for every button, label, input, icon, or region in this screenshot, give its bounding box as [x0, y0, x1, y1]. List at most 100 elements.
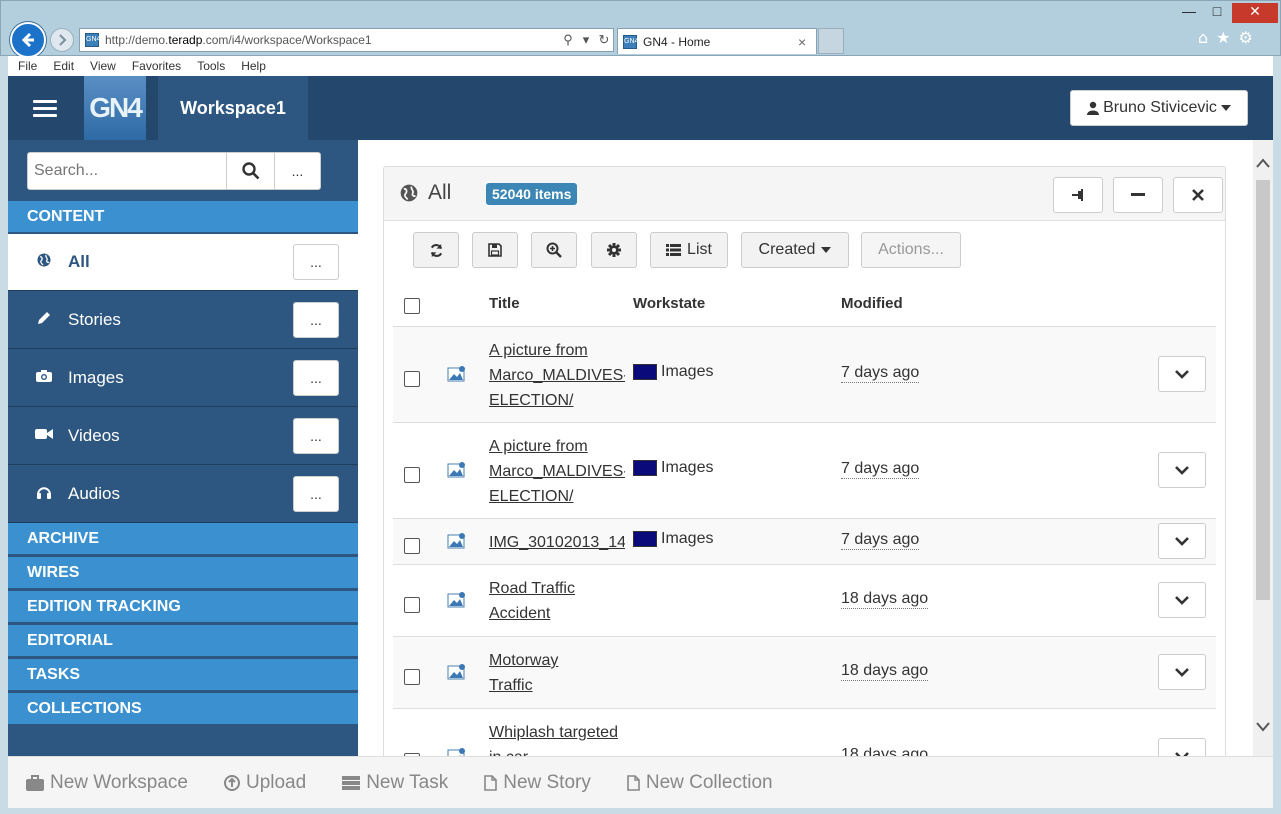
- section-editorial[interactable]: EDITORIAL: [8, 625, 358, 657]
- sidebar-item-more-button[interactable]: ...: [293, 302, 339, 338]
- table-row[interactable]: A picture from Marco_MALDIVES-ELECTION/ …: [393, 422, 1216, 518]
- dropdown-icon[interactable]: ▾: [577, 32, 595, 48]
- new-tab-button[interactable]: [818, 28, 844, 54]
- actions-button[interactable]: Actions...: [861, 232, 961, 268]
- url-text[interactable]: http://demo.teradp.com/i4/workspace/Work…: [105, 33, 559, 47]
- scrollbar-thumb[interactable]: [1256, 180, 1270, 600]
- row-expand-button[interactable]: [1158, 452, 1206, 488]
- vertical-scrollbar[interactable]: [1253, 140, 1273, 756]
- search-button[interactable]: [227, 152, 275, 190]
- section-archive[interactable]: ARCHIVE: [8, 523, 358, 555]
- refresh-button[interactable]: [413, 232, 459, 268]
- search-icon[interactable]: ⚲: [559, 32, 577, 48]
- upload-button[interactable]: Upload: [223, 772, 306, 794]
- menu-help[interactable]: Help: [241, 59, 266, 73]
- headphones-icon: [34, 485, 54, 504]
- section-collections[interactable]: COLLECTIONS: [8, 693, 358, 725]
- camera-icon: [34, 369, 54, 388]
- view-mode-label: List: [687, 241, 712, 258]
- favorites-star-icon[interactable]: ★: [1216, 28, 1230, 47]
- image-thumbnail-icon: [447, 533, 465, 549]
- section-edition-tracking[interactable]: EDITION TRACKING: [8, 591, 358, 623]
- hamburger-menu-icon[interactable]: [33, 100, 57, 121]
- chevron-down-icon: [1175, 667, 1189, 677]
- row-title-link[interactable]: Motorway Traffic: [489, 648, 579, 698]
- chevron-up-icon[interactable]: [1256, 158, 1270, 168]
- menu-favorites[interactable]: Favorites: [132, 59, 181, 73]
- sidebar-item-videos[interactable]: Videos ...: [8, 408, 358, 465]
- user-menu-button[interactable]: Bruno Stivicevic: [1070, 90, 1248, 126]
- new-collection-button[interactable]: New Collection: [627, 772, 773, 794]
- gn4-logo: GN4: [84, 76, 146, 140]
- zoom-button[interactable]: [531, 232, 577, 268]
- workstate-color-swatch: [633, 531, 657, 547]
- back-button[interactable]: [10, 22, 46, 58]
- row-checkbox[interactable]: [404, 669, 420, 685]
- address-bar[interactable]: GN4 http://demo.teradp.com/i4/workspace/…: [79, 28, 614, 52]
- new-task-button[interactable]: New Task: [342, 772, 448, 794]
- row-title-link[interactable]: Road Traffic Accident: [489, 576, 589, 626]
- sidebar-item-all[interactable]: All ...: [8, 234, 358, 291]
- column-title[interactable]: Title: [489, 295, 520, 312]
- search-options-button[interactable]: ...: [275, 152, 321, 190]
- settings-gear-icon[interactable]: ⚙: [1239, 28, 1253, 47]
- column-modified[interactable]: Modified: [841, 295, 903, 312]
- new-workspace-button[interactable]: New Workspace: [26, 772, 188, 794]
- row-checkbox[interactable]: [404, 371, 420, 387]
- row-title-link[interactable]: IMG_30102013_14: [489, 530, 625, 555]
- chevron-down-icon: [1175, 465, 1189, 475]
- sidebar-item-more-button[interactable]: ...: [293, 418, 339, 454]
- sidebar-item-stories[interactable]: Stories ...: [8, 292, 358, 349]
- row-modified: 7 days ago: [841, 460, 920, 479]
- refresh-icon[interactable]: ↻: [595, 32, 613, 48]
- table-row[interactable]: Motorway Traffic 18 days ago: [393, 636, 1216, 708]
- row-title-link[interactable]: A picture from Marco_MALDIVES-ELECTION/: [489, 338, 625, 413]
- sidebar-item-images[interactable]: Images ...: [8, 350, 358, 407]
- app-window: GN4 Workspace1 Bruno Stivicevic ... CONT…: [8, 76, 1273, 808]
- site-favicon: GN4: [85, 33, 100, 47]
- new-story-button[interactable]: New Story: [484, 772, 591, 794]
- close-window-button[interactable]: ✕: [1232, 3, 1278, 23]
- chevron-down-icon[interactable]: [1256, 722, 1270, 732]
- minimize-button[interactable]: —: [1177, 3, 1201, 19]
- row-expand-button[interactable]: [1158, 523, 1206, 559]
- sidebar-item-more-button[interactable]: ...: [293, 360, 339, 396]
- browser-tab[interactable]: GN4 GN4 - Home ×: [617, 28, 817, 54]
- forward-button[interactable]: [50, 28, 74, 52]
- sidebar-item-more-button[interactable]: ...: [293, 244, 339, 280]
- search-input[interactable]: [27, 152, 227, 190]
- sort-dropdown[interactable]: Created: [741, 232, 849, 268]
- sidebar-item-audios[interactable]: Audios ...: [8, 466, 358, 523]
- row-checkbox[interactable]: [404, 538, 420, 554]
- sidebar-item-more-button[interactable]: ...: [293, 476, 339, 512]
- view-mode-button[interactable]: List: [650, 232, 728, 268]
- pin-button[interactable]: [1053, 177, 1103, 213]
- close-tab-icon[interactable]: ×: [798, 34, 816, 50]
- panel-title: All: [400, 181, 451, 205]
- row-checkbox[interactable]: [404, 467, 420, 483]
- row-expand-button[interactable]: [1158, 582, 1206, 618]
- menu-file[interactable]: File: [18, 59, 37, 73]
- home-icon[interactable]: ⌂: [1198, 28, 1208, 47]
- menu-edit[interactable]: Edit: [53, 59, 74, 73]
- menu-tools[interactable]: Tools: [197, 59, 225, 73]
- row-title-link[interactable]: A picture from Marco_MALDIVES-ELECTION/: [489, 434, 625, 509]
- row-expand-button[interactable]: [1158, 356, 1206, 392]
- section-content[interactable]: CONTENT: [8, 201, 358, 233]
- maximize-button[interactable]: □: [1205, 3, 1229, 19]
- close-panel-button[interactable]: [1173, 177, 1223, 213]
- settings-button[interactable]: [591, 232, 637, 268]
- table-row[interactable]: A picture from Marco_MALDIVES-ELECTION/ …: [393, 326, 1216, 422]
- menu-bar: File Edit View Favorites Tools Help: [8, 56, 1273, 76]
- table-row[interactable]: Road Traffic Accident 18 days ago: [393, 564, 1216, 636]
- column-workstate[interactable]: Workstate: [633, 295, 705, 312]
- row-checkbox[interactable]: [404, 597, 420, 613]
- menu-view[interactable]: View: [90, 59, 116, 73]
- section-tasks[interactable]: TASKS: [8, 659, 358, 691]
- row-expand-button[interactable]: [1158, 654, 1206, 690]
- save-button[interactable]: [472, 232, 518, 268]
- section-wires[interactable]: WIRES: [8, 557, 358, 589]
- table-row[interactable]: IMG_30102013_14 Images 7 days ago: [393, 518, 1216, 564]
- minimize-panel-button[interactable]: [1113, 177, 1163, 213]
- select-all-checkbox[interactable]: [404, 298, 420, 314]
